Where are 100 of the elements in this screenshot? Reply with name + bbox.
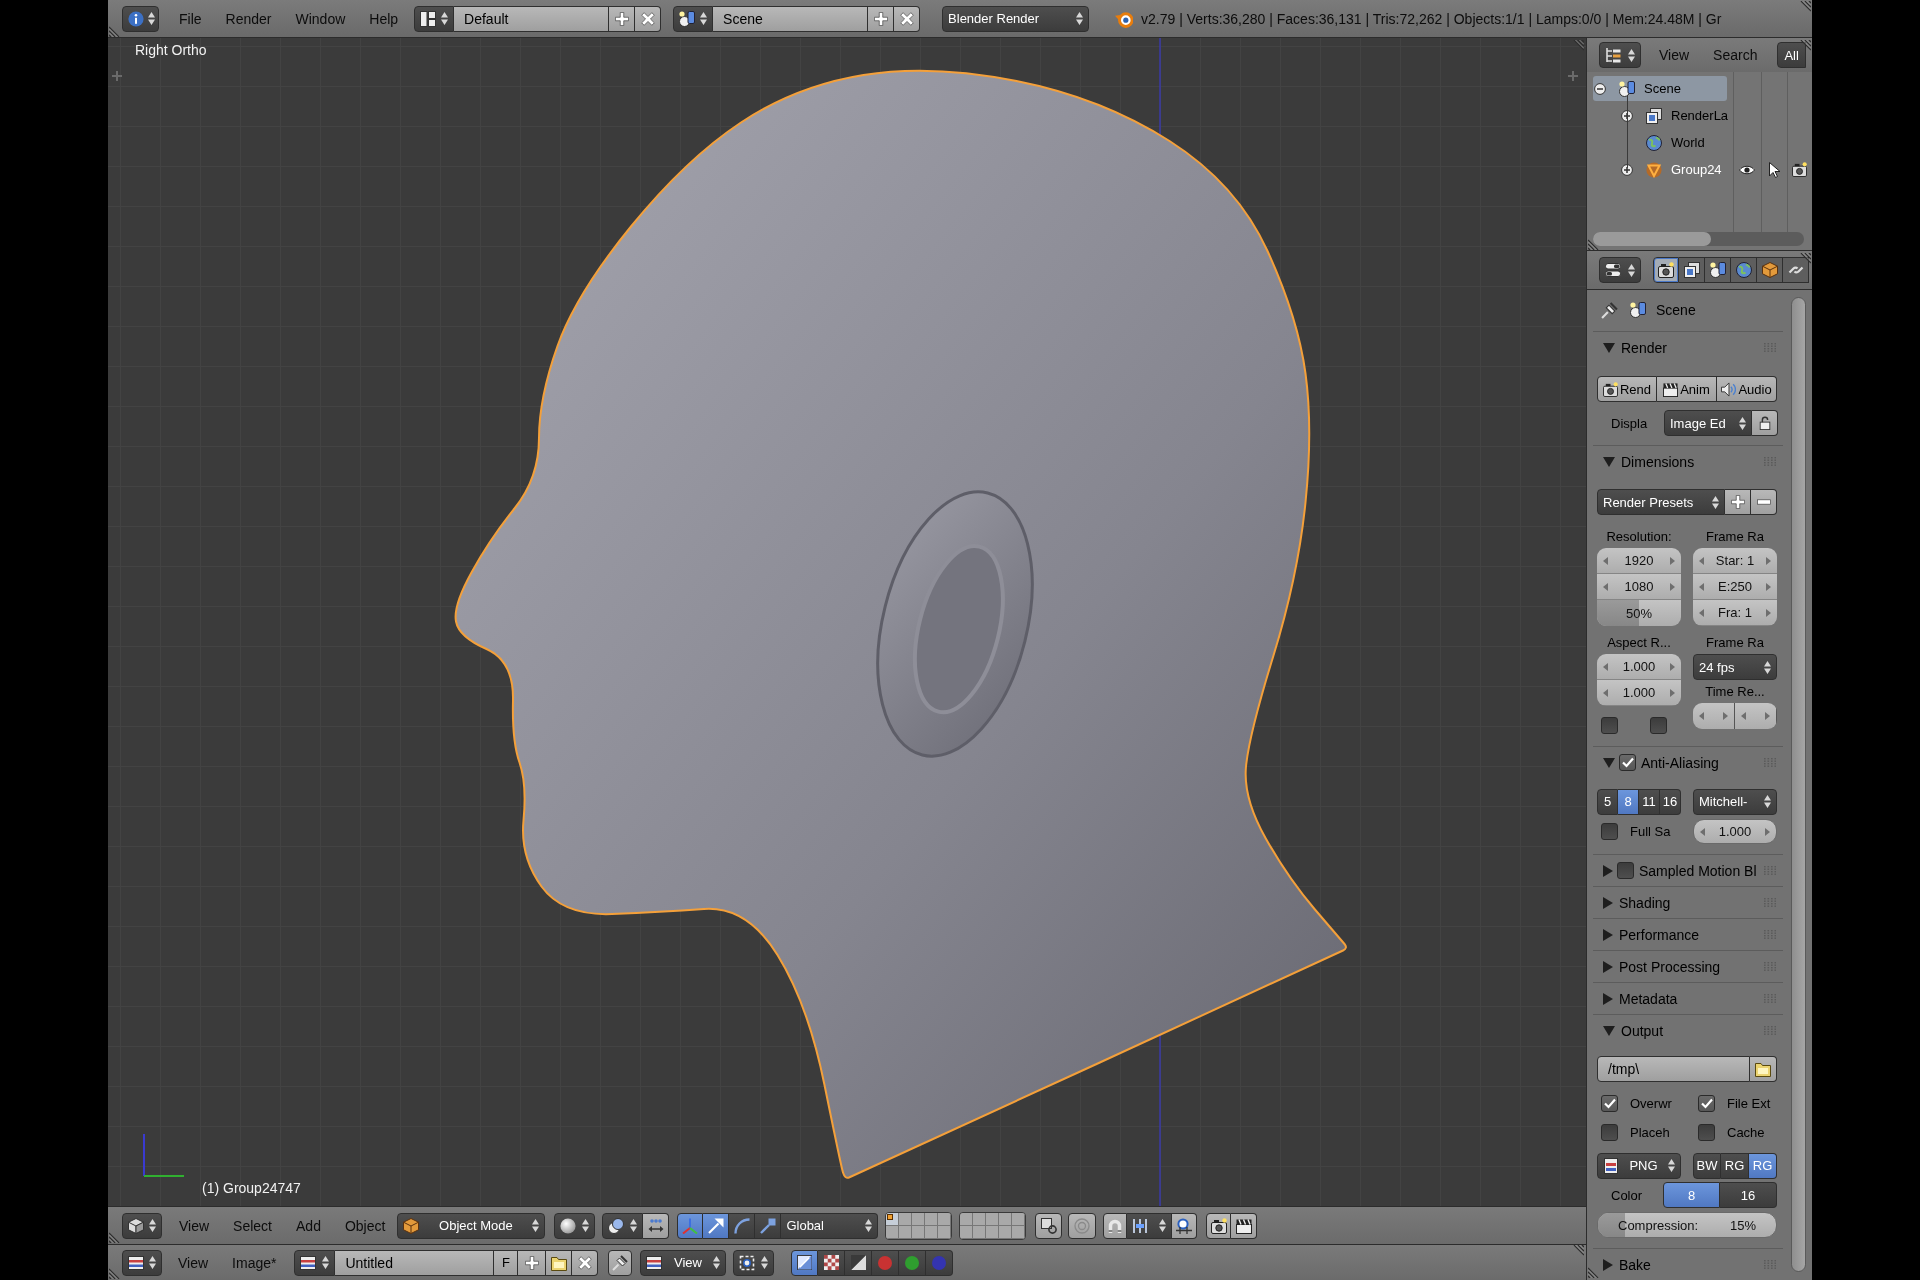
checkbox[interactable]: [1698, 1094, 1715, 1112]
pivot-dropdown[interactable]: [602, 1212, 644, 1239]
layer-button[interactable]: [973, 1212, 987, 1226]
panel-title[interactable]: Render: [1621, 339, 1667, 356]
fake-user-button[interactable]: F: [494, 1249, 519, 1276]
scene-browse-button[interactable]: [673, 5, 714, 32]
menu-item[interactable]: Search: [1701, 47, 1770, 63]
number-field[interactable]: [1735, 703, 1777, 729]
menu-item[interactable]: Add: [284, 1217, 333, 1234]
corner-grip-icon[interactable]: [109, 1267, 121, 1279]
layer-button[interactable]: [960, 1212, 974, 1226]
file-format-dropdown[interactable]: PNG: [1597, 1152, 1681, 1179]
snap-target-button[interactable]: [1172, 1212, 1198, 1239]
number-field[interactable]: 1.000: [1597, 680, 1681, 706]
layer-button[interactable]: [999, 1212, 1013, 1226]
render-still-button[interactable]: [1206, 1212, 1232, 1239]
scrollbar-thumb[interactable]: [1593, 232, 1711, 246]
corner-grip-icon[interactable]: [1572, 1245, 1584, 1257]
checkbox[interactable]: [1601, 717, 1618, 734]
tree-item[interactable]: RenderLa: [1593, 103, 1727, 128]
layer-button[interactable]: [899, 1212, 913, 1226]
checkbox[interactable]: [1698, 1123, 1715, 1141]
number-field[interactable]: E:250: [1693, 574, 1777, 600]
panel-title[interactable]: Dimensions: [1621, 453, 1695, 470]
layout-browse-button[interactable]: [414, 5, 455, 32]
menu-item[interactable]: Help: [357, 10, 411, 27]
layout-name-field[interactable]: Default: [454, 5, 610, 32]
panel-title[interactable]: Anti-Aliasing: [1641, 754, 1719, 771]
color-depth-button[interactable]: 16: [1720, 1182, 1777, 1208]
lock-camera-button[interactable]: [1035, 1212, 1063, 1239]
layer-button[interactable]: [912, 1212, 926, 1226]
editor-type-button[interactable]: [122, 5, 159, 32]
color-depth-button[interactable]: 8: [1663, 1182, 1720, 1208]
corner-grip-icon[interactable]: [109, 1231, 121, 1243]
cursor-icon[interactable]: [1766, 161, 1782, 178]
menu-item[interactable]: Window: [283, 10, 358, 27]
layer-button[interactable]: [1012, 1212, 1026, 1226]
delete-button[interactable]: [572, 1249, 599, 1276]
orientation-dropdown[interactable]: Global: [781, 1212, 879, 1239]
number-field[interactable]: 1080: [1597, 574, 1681, 600]
shading-dropdown[interactable]: [554, 1212, 596, 1239]
pin-button[interactable]: [608, 1249, 633, 1276]
menu-item[interactable]: Object: [332, 1217, 398, 1234]
render-engine-dropdown[interactable]: Blender Render: [942, 5, 1090, 32]
panel-title[interactable]: Output: [1621, 1022, 1664, 1039]
menu-item[interactable]: View: [166, 1254, 221, 1271]
display-dropdown[interactable]: Image Ed: [1664, 410, 1752, 436]
vertical-scrollbar[interactable]: [1791, 297, 1806, 1272]
panel-title[interactable]: Bake: [1619, 1256, 1651, 1273]
editor-type-button[interactable]: [1599, 42, 1641, 68]
layer-button[interactable]: [886, 1212, 900, 1226]
color-mode-button[interactable]: RG: [1721, 1152, 1749, 1179]
remove-button[interactable]: [1751, 489, 1777, 515]
menu-item[interactable]: Select: [221, 1217, 284, 1234]
properties-tab[interactable]: [1653, 257, 1679, 283]
sample-button[interactable]: 8: [1618, 788, 1639, 815]
corner-grip-icon[interactable]: [1588, 1266, 1600, 1278]
sample-button[interactable]: 16: [1660, 788, 1681, 815]
frame-rate-dropdown[interactable]: 24 fps: [1693, 654, 1777, 680]
menu-item[interactable]: File: [167, 10, 214, 27]
pin-icon[interactable]: [1601, 301, 1618, 319]
filter-dropdown[interactable]: Mitchell-: [1693, 788, 1777, 815]
panel-title[interactable]: Post Processing: [1619, 958, 1721, 975]
horizontal-scrollbar[interactable]: [1593, 232, 1804, 246]
delete-button[interactable]: [635, 5, 662, 32]
editor-type-button[interactable]: [1599, 257, 1641, 283]
checkbox[interactable]: [1650, 717, 1667, 734]
image-name-field[interactable]: Untitled: [335, 1249, 495, 1276]
tree-item[interactable]: Group24: [1593, 157, 1727, 182]
corner-grip-icon[interactable]: [1799, 253, 1811, 265]
pivot-dropdown[interactable]: [733, 1249, 775, 1276]
checkbox[interactable]: [1619, 754, 1636, 771]
add-button[interactable]: [1725, 489, 1751, 515]
snap-element-dropdown[interactable]: [1127, 1212, 1173, 1239]
menu-item[interactable]: Render: [213, 10, 284, 27]
proportional-edit-button[interactable]: [1068, 1212, 1097, 1239]
output-path-field[interactable]: /tmp\: [1597, 1056, 1750, 1082]
tree-item[interactable]: World: [1593, 130, 1727, 155]
color-mode-button[interactable]: RG: [1749, 1152, 1777, 1179]
plus-circle-icon[interactable]: [1621, 163, 1633, 176]
layer-button[interactable]: [986, 1212, 1000, 1226]
number-field[interactable]: Star: 1: [1693, 548, 1777, 574]
number-field[interactable]: 1920: [1597, 548, 1681, 574]
checkbox[interactable]: [1601, 823, 1618, 840]
browse-folder-button[interactable]: [1750, 1056, 1777, 1082]
properties-tab[interactable]: [1679, 257, 1705, 283]
centers-toggle[interactable]: [643, 1212, 670, 1239]
number-field[interactable]: [1693, 703, 1735, 729]
color-mode-button[interactable]: BW: [1693, 1152, 1721, 1179]
lock-button[interactable]: [1752, 410, 1778, 436]
properties-tab[interactable]: [1783, 257, 1809, 283]
minus-circle-icon[interactable]: [1594, 82, 1606, 95]
corner-grip-icon[interactable]: [1799, 1, 1811, 13]
number-field[interactable]: 1.000: [1597, 654, 1681, 680]
menu-item[interactable]: View: [167, 1217, 222, 1234]
tree-item[interactable]: Scene: [1593, 76, 1727, 101]
add-button[interactable]: [609, 5, 636, 32]
checkbox[interactable]: [1617, 862, 1634, 879]
presets-dropdown[interactable]: Render Presets: [1597, 489, 1725, 515]
layer-button[interactable]: [938, 1212, 952, 1226]
